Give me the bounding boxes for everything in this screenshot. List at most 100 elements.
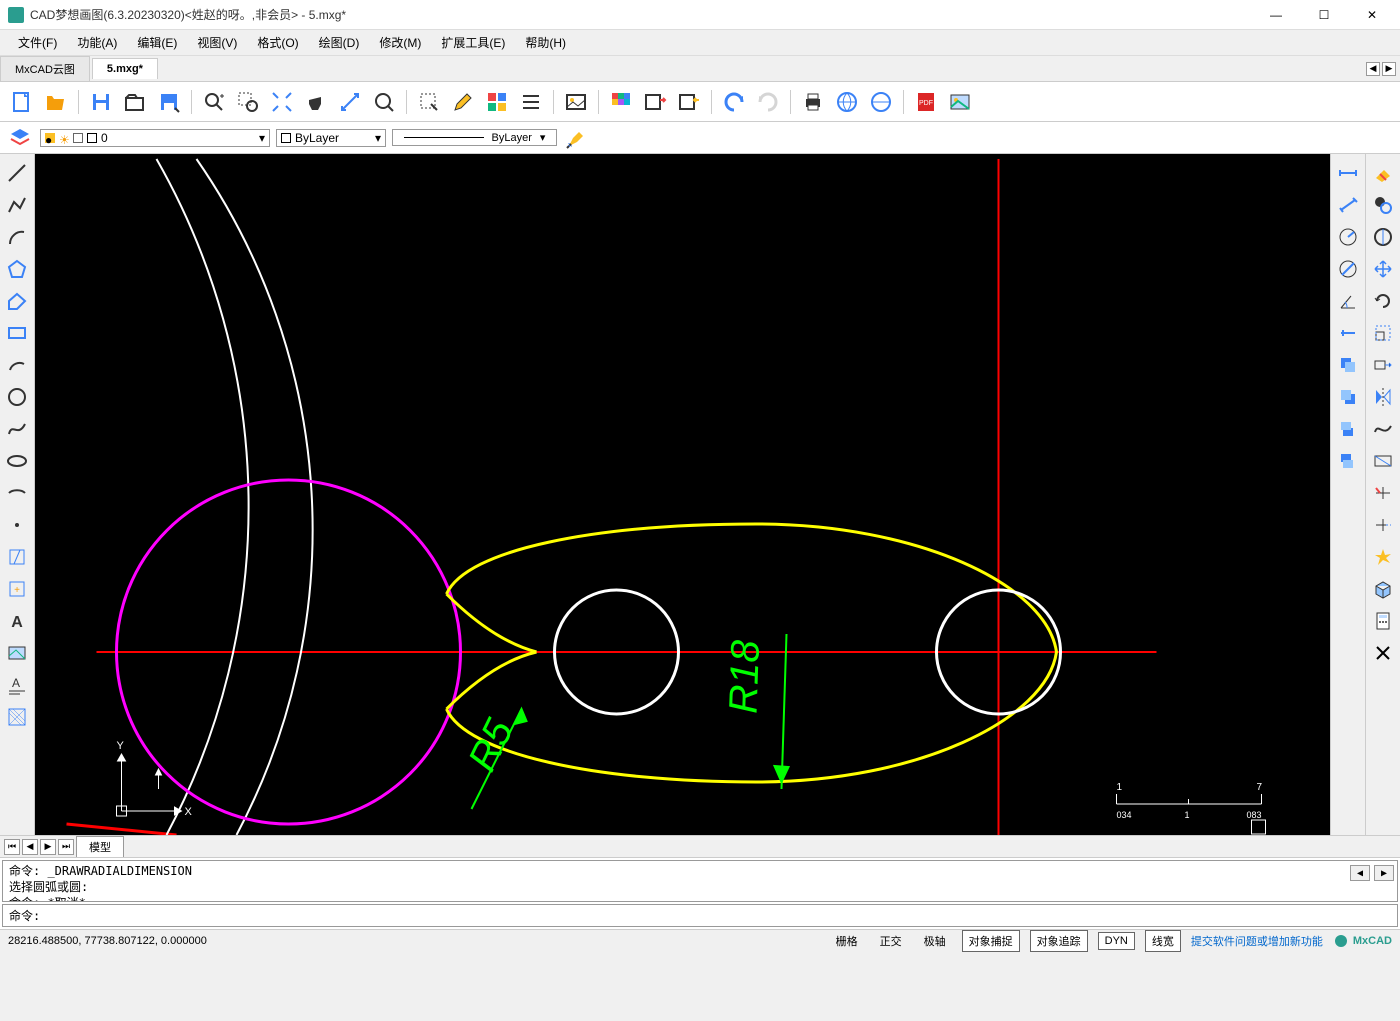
extend-icon[interactable]	[1368, 446, 1398, 476]
trim-icon[interactable]	[1368, 414, 1398, 444]
move-above-icon[interactable]	[1333, 414, 1363, 444]
mirror-icon[interactable]	[1368, 222, 1398, 252]
layout-last[interactable]: ⏭	[58, 839, 74, 855]
open-icon[interactable]	[40, 86, 72, 118]
minimize-button[interactable]: —	[1256, 3, 1296, 27]
arc-icon[interactable]	[2, 222, 32, 252]
close-button[interactable]: ✕	[1352, 3, 1392, 27]
web-icon[interactable]	[831, 86, 863, 118]
command-input[interactable]	[44, 909, 1391, 923]
match-props-icon[interactable]	[563, 124, 591, 152]
status-otrack[interactable]: 对象追踪	[1030, 930, 1088, 952]
copy-icon[interactable]	[1368, 190, 1398, 220]
redo-icon[interactable]	[752, 86, 784, 118]
color-grid-icon[interactable]	[605, 86, 637, 118]
dim-ordinate-icon[interactable]	[1333, 318, 1363, 348]
undo-icon[interactable]	[718, 86, 750, 118]
rectangle-icon[interactable]	[2, 318, 32, 348]
print-icon[interactable]	[797, 86, 829, 118]
hatch-icon[interactable]	[2, 638, 32, 668]
layout-next[interactable]: ▶	[40, 839, 56, 855]
dim-linear-icon[interactable]	[1333, 158, 1363, 188]
stretch-icon[interactable]	[1368, 350, 1398, 380]
point-icon[interactable]	[2, 510, 32, 540]
text-icon[interactable]: A	[2, 606, 32, 636]
menu-file[interactable]: 文件(F)	[8, 30, 67, 55]
status-osnap[interactable]: 对象捕捉	[962, 930, 1020, 952]
tab-cloud[interactable]: MxCAD云图	[0, 56, 90, 81]
linetype-selector[interactable]: ByLayer ▾	[392, 129, 557, 146]
status-ortho[interactable]: 正交	[874, 931, 908, 951]
color-selector[interactable]: ByLayer ▾	[276, 129, 386, 147]
pentagon-icon[interactable]	[2, 286, 32, 316]
spline-icon[interactable]	[2, 414, 32, 444]
status-dyn[interactable]: DYN	[1098, 932, 1135, 950]
circle-icon[interactable]	[2, 382, 32, 412]
tab-prev[interactable]: ◀	[1366, 62, 1380, 76]
new-icon[interactable]	[6, 86, 38, 118]
calc-icon[interactable]	[1368, 606, 1398, 636]
tab-drawing[interactable]: 5.mxg*	[92, 58, 158, 79]
status-lwt[interactable]: 线宽	[1145, 930, 1181, 952]
box-icon[interactable]	[1368, 574, 1398, 604]
extend2-icon[interactable]	[1368, 510, 1398, 540]
scale-icon[interactable]	[1368, 318, 1398, 348]
menu-view[interactable]: 视图(V)	[187, 30, 247, 55]
insert-icon[interactable]: +	[2, 574, 32, 604]
dim-diameter-icon[interactable]	[1333, 254, 1363, 284]
web2-icon[interactable]	[865, 86, 897, 118]
polygon-icon[interactable]	[2, 254, 32, 284]
move-below-icon[interactable]	[1333, 446, 1363, 476]
layout-first[interactable]: ⏮	[4, 839, 20, 855]
zoom-icon[interactable]	[368, 86, 400, 118]
drawing-canvas[interactable]: R5 R18 X Y	[35, 154, 1330, 835]
cmd-scroll-left[interactable]: ◀	[1350, 865, 1370, 881]
layer-selector[interactable]: ● ☀ 0 ▾	[40, 129, 270, 147]
layout-prev[interactable]: ◀	[22, 839, 38, 855]
pline-icon[interactable]	[2, 190, 32, 220]
mtext-icon[interactable]: A	[2, 670, 32, 700]
feedback-link[interactable]: 提交软件问题或增加新功能	[1191, 933, 1323, 949]
trim2-icon[interactable]	[1368, 478, 1398, 508]
picture-icon[interactable]	[944, 86, 976, 118]
move-back-icon[interactable]	[1333, 382, 1363, 412]
menu-modify[interactable]: 修改(M)	[369, 30, 431, 55]
dim-angular-icon[interactable]	[1333, 286, 1363, 316]
saveas-icon[interactable]	[153, 86, 185, 118]
ellipse-arc-icon[interactable]	[2, 478, 32, 508]
zoom-prev-icon[interactable]	[334, 86, 366, 118]
zoom-realtime-icon[interactable]	[198, 86, 230, 118]
menu-edit[interactable]: 编辑(E)	[127, 30, 187, 55]
region-icon[interactable]	[2, 702, 32, 732]
block-icon[interactable]	[2, 542, 32, 572]
edit-pencil-icon[interactable]	[447, 86, 479, 118]
menu-function[interactable]: 功能(A)	[67, 30, 127, 55]
dim-radius-icon[interactable]	[1333, 222, 1363, 252]
close-tool-icon[interactable]	[1368, 638, 1398, 668]
image-icon[interactable]	[560, 86, 592, 118]
pdf-icon[interactable]: PDF	[910, 86, 942, 118]
layer-manager-icon[interactable]	[6, 124, 34, 152]
menu-format[interactable]: 格式(O)	[247, 30, 308, 55]
status-grid[interactable]: 栅格	[830, 931, 864, 951]
line-icon[interactable]	[2, 158, 32, 188]
status-polar[interactable]: 极轴	[918, 931, 952, 951]
erase-icon[interactable]	[1368, 158, 1398, 188]
open2-icon[interactable]	[119, 86, 151, 118]
import-icon[interactable]	[673, 86, 705, 118]
menu-draw[interactable]: 绘图(D)	[309, 30, 370, 55]
cmd-scroll-right[interactable]: ▶	[1374, 865, 1394, 881]
explode-icon[interactable]	[1368, 542, 1398, 572]
model-tab[interactable]: 模型	[76, 836, 124, 858]
pan-icon[interactable]	[300, 86, 332, 118]
export-icon[interactable]	[639, 86, 671, 118]
arc2-icon[interactable]	[2, 350, 32, 380]
dim-aligned-icon[interactable]	[1333, 190, 1363, 220]
zoom-window-icon[interactable]	[232, 86, 264, 118]
list-icon[interactable]	[515, 86, 547, 118]
ellipse-icon[interactable]	[2, 446, 32, 476]
rotate-icon[interactable]	[1368, 286, 1398, 316]
move-icon[interactable]	[1368, 254, 1398, 284]
zoom-extents-icon[interactable]	[266, 86, 298, 118]
move-front-icon[interactable]	[1333, 350, 1363, 380]
